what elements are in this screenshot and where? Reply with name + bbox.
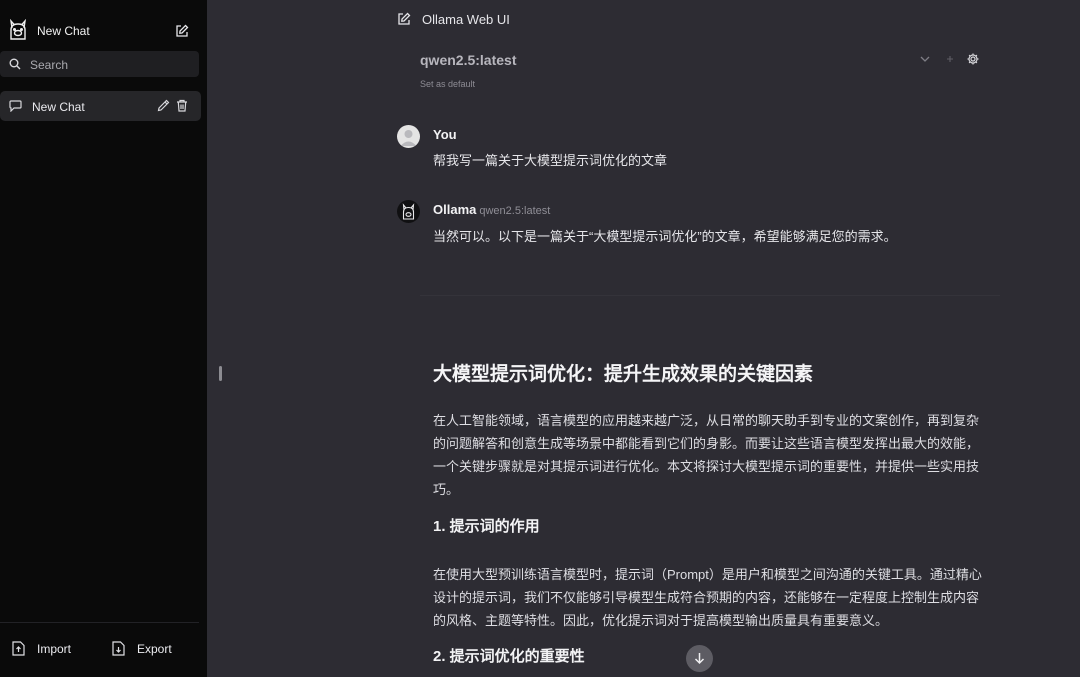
user-avatar bbox=[397, 125, 420, 148]
export-button[interactable]: Export bbox=[112, 640, 192, 658]
sidebar-divider bbox=[0, 622, 199, 623]
ollama-avatar bbox=[397, 200, 420, 223]
section-1-line: 的风格、主题等特性。因此，优化提示词对于提高模型输出质量具有重要意义。 bbox=[433, 613, 889, 628]
pencil-icon[interactable] bbox=[157, 99, 170, 112]
scroll-to-bottom-button[interactable] bbox=[686, 645, 713, 672]
export-icon bbox=[112, 641, 125, 656]
search-input[interactable]: Search bbox=[0, 51, 199, 77]
chat-item-label: New Chat bbox=[32, 100, 85, 114]
app-title: Ollama Web UI bbox=[422, 12, 510, 27]
section-1-line: 在使用大型预训练语言模型时，提示词（Prompt）是用户和模型之间沟通的关键工具… bbox=[433, 567, 982, 582]
arrow-down-icon bbox=[694, 653, 705, 665]
search-icon bbox=[9, 58, 21, 70]
import-label: Import bbox=[37, 642, 72, 656]
ollama-avatar-icon bbox=[402, 203, 415, 220]
article-intro-line: 一个关键步骤就是对其提示词进行优化。本文将探讨大模型提示词的重要性，并提供一些实… bbox=[433, 459, 980, 474]
user-sender-name: You bbox=[433, 127, 457, 142]
export-label: Export bbox=[137, 642, 172, 656]
article-intro-line: 在人工智能领域，语言模型的应用越来越广泛，从日常的聊天助手到专业的文案创作，再到… bbox=[433, 413, 980, 428]
set-default-link[interactable]: Set as default bbox=[420, 79, 475, 89]
new-chat-icon[interactable] bbox=[175, 24, 189, 38]
article-intro-line: 的问题解答和创意生成等场景中都能看到它们的身影。而要让这些语言模型发挥出最大的效… bbox=[433, 436, 980, 451]
section-1-line: 设计的提示词，我们不仅能够引导模型生成符合预期的内容，还能够在一定程度上控制生成… bbox=[433, 590, 980, 605]
article-title: 大模型提示词优化：提升生成效果的关键因素 bbox=[433, 364, 814, 385]
sidebar-header[interactable]: New Chat bbox=[0, 16, 207, 46]
import-button[interactable]: Import bbox=[12, 640, 92, 658]
import-icon bbox=[12, 641, 25, 656]
edit-icon[interactable] bbox=[397, 12, 411, 26]
chat-list-item[interactable]: New Chat bbox=[0, 91, 201, 121]
bot-message-text: 当然可以。以下是一篇关于“大模型提示词优化”的文章，希望能够满足您的需求。 bbox=[433, 229, 897, 244]
bot-sender-row: Ollama qwen2.5:latest bbox=[433, 202, 550, 217]
ollama-logo-icon bbox=[10, 19, 26, 40]
user-avatar-icon bbox=[400, 130, 417, 146]
sidebar: New Chat Search New Chat Import Export bbox=[0, 0, 207, 677]
article-intro: 在人工智能领域，语言模型的应用越来越广泛，从日常的聊天助手到专业的文案创作，再到… bbox=[433, 409, 1003, 501]
chevron-down-icon[interactable] bbox=[918, 52, 932, 66]
section-2-heading: 2. 提示词优化的重要性 bbox=[433, 648, 585, 665]
trash-icon[interactable] bbox=[176, 99, 188, 112]
gear-icon[interactable] bbox=[966, 52, 980, 66]
sidebar-title: New Chat bbox=[37, 24, 90, 38]
section-1-body: 在使用大型预训练语言模型时，提示词（Prompt）是用户和模型之间沟通的关键工具… bbox=[433, 563, 1003, 632]
bot-model-tag: qwen2.5:latest bbox=[479, 205, 551, 217]
sidebar-resize-handle[interactable] bbox=[219, 366, 222, 381]
article-intro-line: 巧。 bbox=[433, 482, 460, 497]
app-window: New Chat Search New Chat Import Export O… bbox=[0, 0, 1080, 677]
content-divider bbox=[420, 295, 1000, 296]
plus-icon[interactable] bbox=[943, 52, 957, 66]
bot-sender-name: Ollama bbox=[433, 202, 477, 217]
user-message-text: 帮我写一篇关于大模型提示词优化的文章 bbox=[433, 153, 668, 168]
section-1-heading: 1. 提示词的作用 bbox=[433, 518, 540, 535]
search-placeholder: Search bbox=[30, 58, 69, 72]
chat-bubble-icon bbox=[9, 100, 22, 112]
model-selector[interactable]: qwen2.5:latest bbox=[420, 52, 516, 68]
